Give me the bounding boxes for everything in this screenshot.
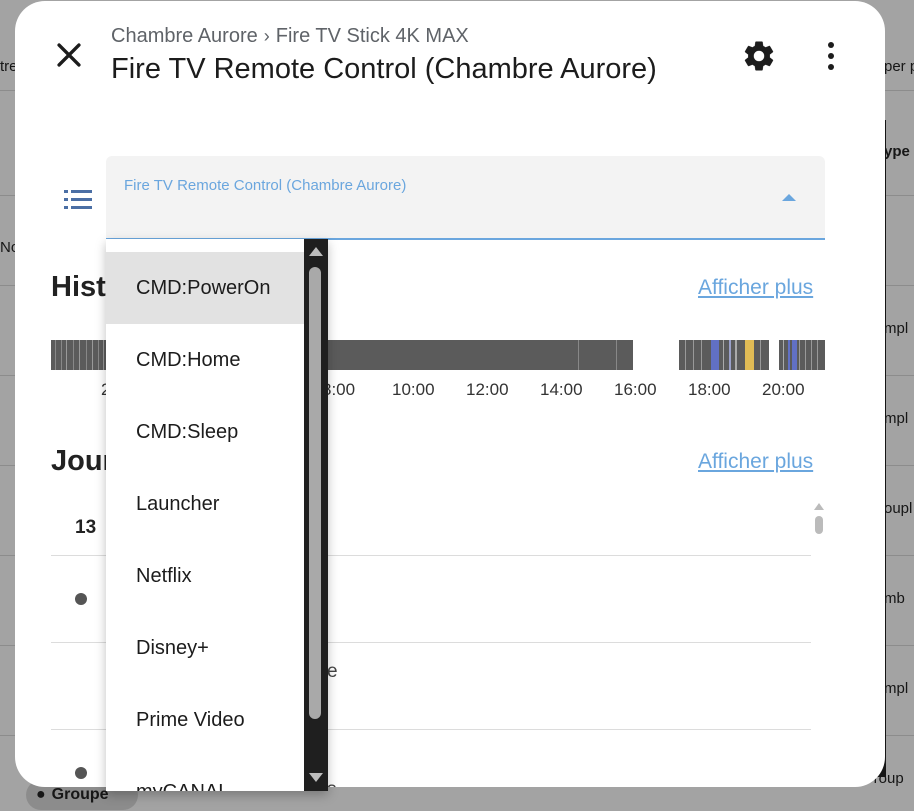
menu-scrollbar[interactable] bbox=[304, 239, 328, 791]
history-heading: Hist bbox=[51, 271, 106, 303]
logbook-entry-dot bbox=[75, 593, 87, 605]
close-icon[interactable] bbox=[52, 38, 86, 72]
logbook-more-link[interactable]: Afficher plus bbox=[698, 450, 813, 474]
menu-scroll-thumb[interactable] bbox=[309, 267, 321, 719]
breadcrumb-device[interactable]: Fire TV Stick 4K MAX bbox=[276, 25, 469, 48]
menu-item-disney-plus[interactable]: Disney+ bbox=[106, 612, 304, 684]
menu-item-cmd-sleep[interactable]: CMD:Sleep bbox=[106, 396, 304, 468]
logbook-scroll-up-arrow[interactable] bbox=[814, 503, 824, 510]
dialog-title: Fire TV Remote Control (Chambre Aurore) bbox=[111, 53, 657, 85]
logbook-entry-dot bbox=[75, 767, 87, 779]
menu-item-mycanal[interactable]: myCANAL bbox=[106, 756, 304, 792]
gear-icon[interactable] bbox=[741, 38, 777, 74]
menu-item-prime-video[interactable]: Prime Video bbox=[106, 684, 304, 756]
logbook-scroll-thumb[interactable] bbox=[815, 516, 823, 534]
history-tick-label: 14:00 bbox=[540, 380, 583, 399]
menu-item-netflix[interactable]: Netflix bbox=[106, 540, 304, 612]
menu-scroll-up-arrow[interactable] bbox=[309, 247, 323, 256]
entity-select[interactable]: Fire TV Remote Control (Chambre Aurore) bbox=[106, 156, 825, 240]
history-tick-label: 20:00 bbox=[762, 380, 805, 399]
breadcrumb: Chambre Aurore › Fire TV Stick 4K MAX bbox=[111, 25, 469, 48]
menu-item-cmd-home[interactable]: CMD:Home bbox=[106, 324, 304, 396]
history-timeline-stripes bbox=[685, 340, 761, 370]
history-tick-label: 18:00 bbox=[688, 380, 731, 399]
entity-select-menu: CMD:PowerOn CMD:Home CMD:Sleep Launcher … bbox=[106, 239, 328, 791]
history-timeline-segment[interactable] bbox=[779, 340, 825, 370]
logbook-entry-text[interactable]: s bbox=[327, 779, 337, 787]
chevron-right-icon: › bbox=[263, 26, 270, 46]
history-tick-label: 16:00 bbox=[614, 380, 657, 399]
menu-item-cmd-poweron[interactable]: CMD:PowerOn bbox=[106, 252, 304, 324]
logbook-heading: Jour bbox=[51, 445, 114, 477]
history-tick-label: 12:00 bbox=[466, 380, 509, 399]
history-timeline-stripes bbox=[783, 340, 818, 370]
caret-up-icon[interactable] bbox=[782, 194, 796, 201]
history-timeline-segment[interactable] bbox=[679, 340, 769, 370]
entity-select-label: Fire TV Remote Control (Chambre Aurore) bbox=[124, 177, 407, 194]
logbook-entry-text[interactable]: e bbox=[327, 661, 338, 683]
menu-scroll-down-arrow[interactable] bbox=[309, 773, 323, 782]
logbook-date: 13 bbox=[75, 517, 97, 538]
list-icon bbox=[64, 190, 92, 209]
history-more-link[interactable]: Afficher plus bbox=[698, 276, 813, 300]
more-vertical-icon[interactable] bbox=[819, 38, 843, 74]
breadcrumb-area[interactable]: Chambre Aurore bbox=[111, 25, 258, 48]
menu-item-launcher[interactable]: Launcher bbox=[106, 468, 304, 540]
history-tick-label: 10:00 bbox=[392, 380, 435, 399]
